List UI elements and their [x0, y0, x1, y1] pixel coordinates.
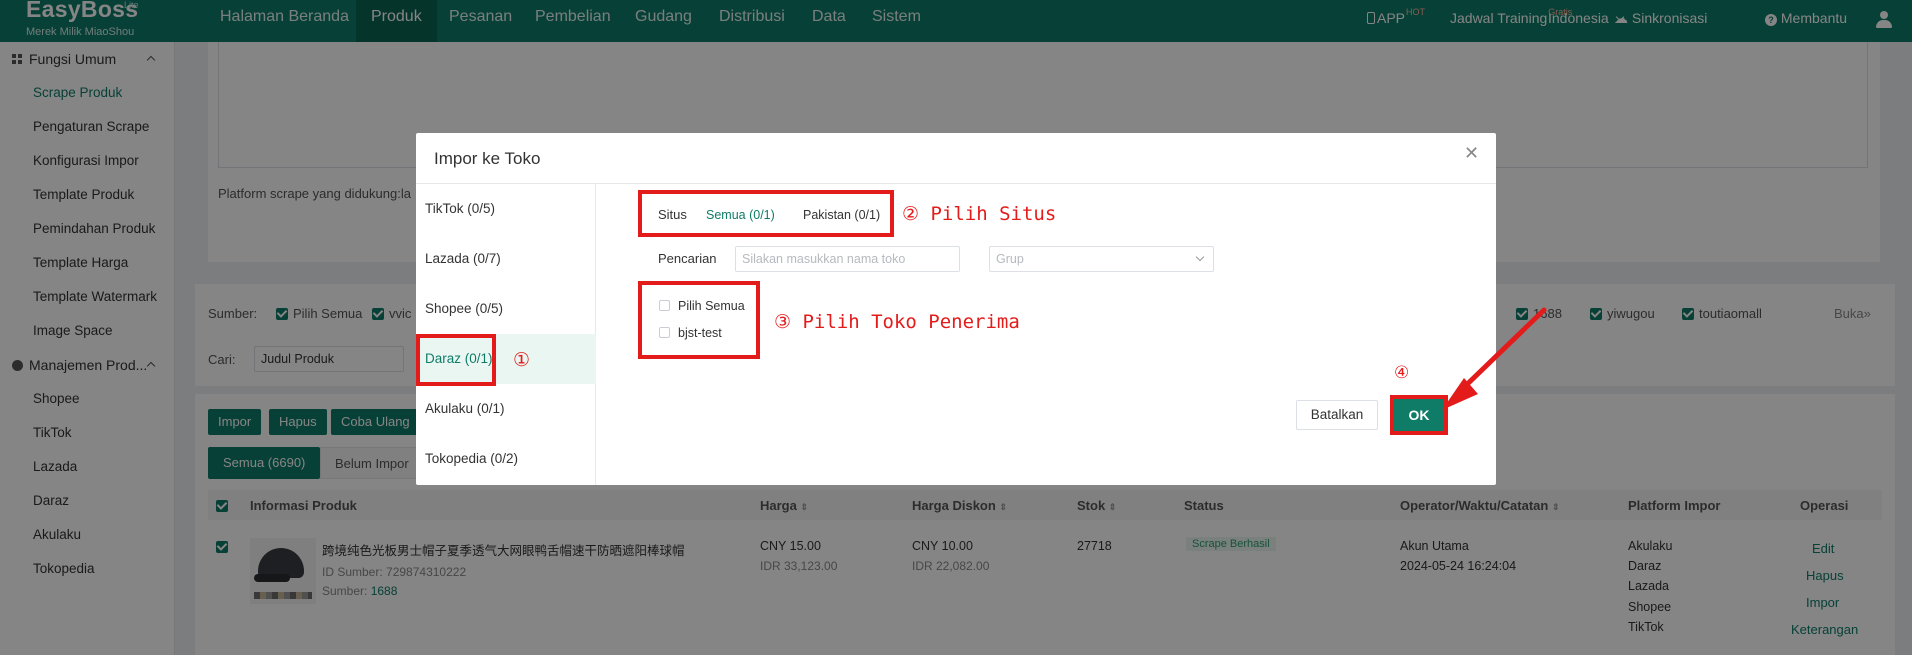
annotation-step-2: ② Pilih Situs — [902, 203, 1057, 225]
highlight-box-stores — [638, 281, 760, 359]
highlight-box-daraz — [416, 334, 496, 386]
site-option-pakistan[interactable]: Pakistan (0/1) — [803, 208, 880, 222]
annotation-arrow-icon — [1442, 307, 1547, 410]
annotation-step-3: ③ Pilih Toko Penerima — [774, 311, 1020, 333]
store-search-input[interactable]: Silakan masukkan nama toko — [735, 246, 960, 272]
chevron-down-icon — [1195, 252, 1205, 262]
store-name: bjst-test — [678, 326, 722, 340]
annotation-step-4: ④ — [1394, 363, 1410, 383]
select-all-stores[interactable]: Pilih Semua — [659, 299, 745, 313]
platform-tab-tokopedia[interactable]: Tokopedia (0/2) — [416, 434, 596, 484]
cancel-button[interactable]: Batalkan — [1296, 400, 1378, 430]
platform-tab-tiktok[interactable]: TikTok (0/5) — [416, 184, 596, 234]
checkbox-icon — [659, 327, 670, 338]
group-select[interactable]: Grup — [989, 246, 1214, 272]
platform-tab-shopee[interactable]: Shopee (0/5) — [416, 284, 596, 334]
site-label: Situs — [658, 207, 687, 222]
site-option-all[interactable]: Semua (0/1) — [706, 208, 775, 222]
store-checkbox-bjst-test[interactable]: bjst-test — [659, 326, 722, 340]
checkbox-icon — [659, 300, 670, 311]
annotation-step-1: ① — [513, 349, 531, 371]
close-icon[interactable]: ✕ — [1464, 143, 1479, 164]
platform-tab-lazada[interactable]: Lazada (0/7) — [416, 234, 596, 284]
platform-tab-akulaku[interactable]: Akulaku (0/1) — [416, 384, 596, 434]
import-to-store-dialog: Impor ke Toko ✕ TikTok (0/5) Lazada (0/7… — [416, 133, 1496, 485]
select-all-label: Pilih Semua — [678, 299, 745, 313]
group-placeholder: Grup — [996, 252, 1024, 266]
search-store-label: Pencarian — [658, 251, 717, 266]
dialog-title: Impor ke Toko — [434, 149, 541, 168]
